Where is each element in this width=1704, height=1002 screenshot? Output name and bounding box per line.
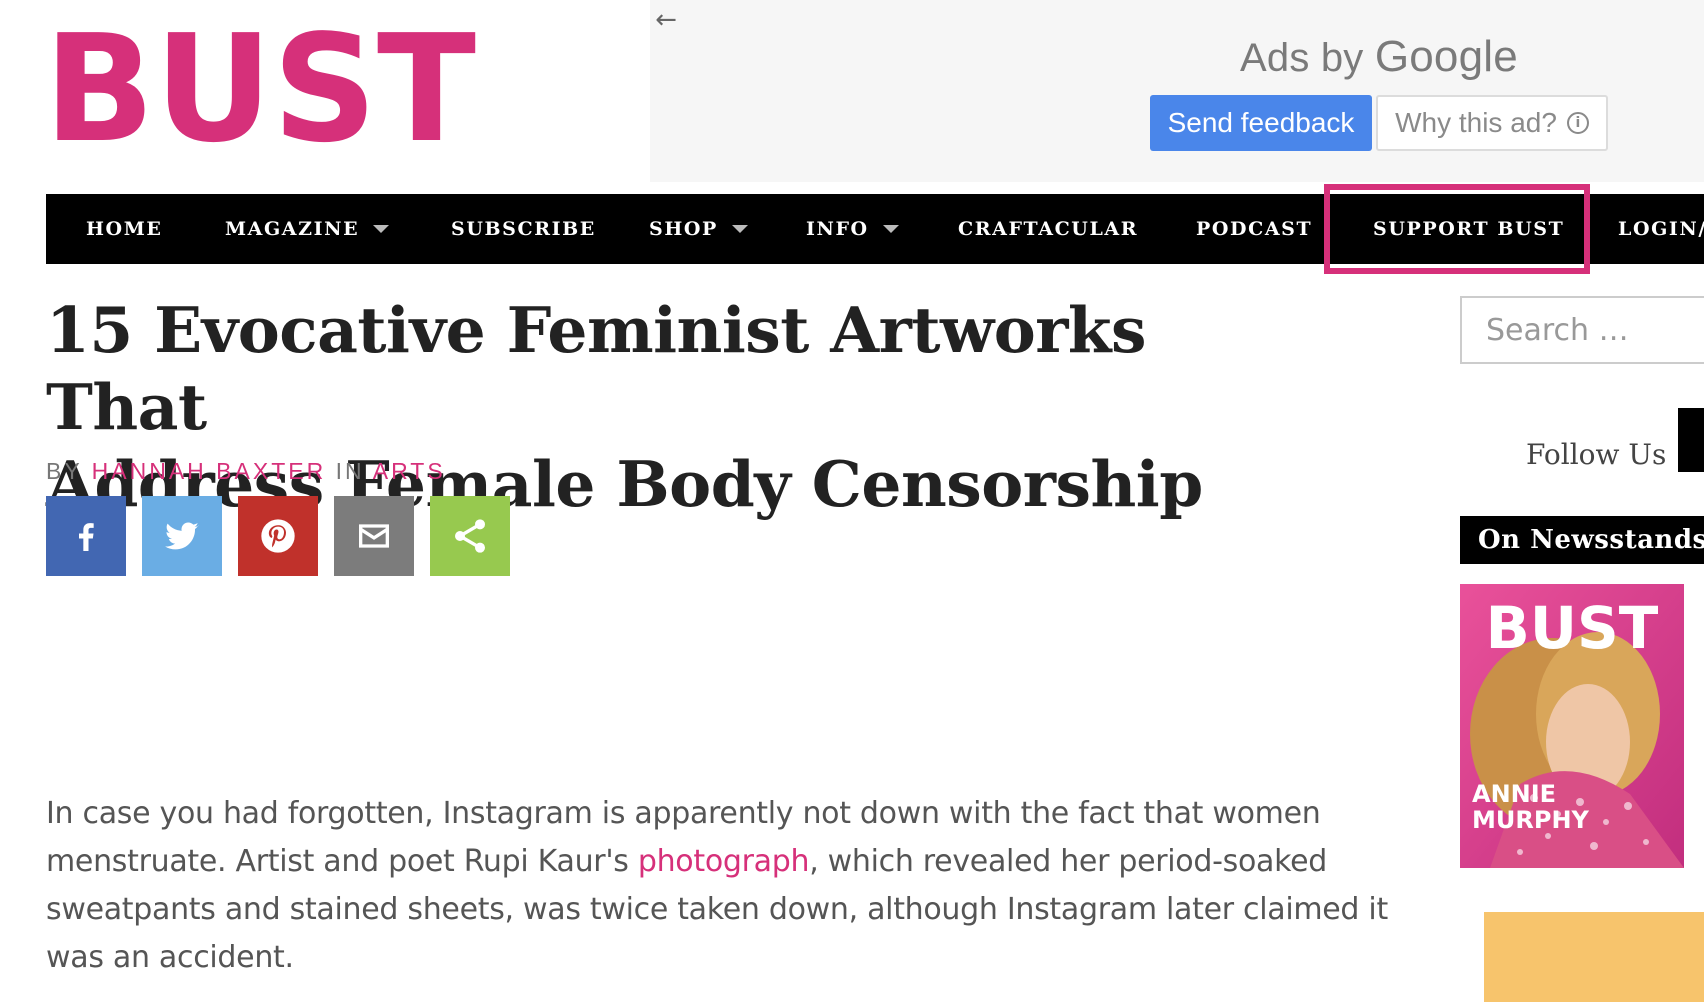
nav-label: CRAFTACULAR [958,218,1139,240]
twitter-share-button[interactable] [142,496,222,576]
title-line-1: 15 Evocative Feminist Artworks That [46,293,1147,444]
why-this-ad-button[interactable]: Why this ad? i [1376,95,1608,151]
facebook-icon [79,523,94,551]
nav-label: SHOP [649,218,718,240]
article-title: 15 Evocative Feminist Artworks That Addr… [46,292,1306,523]
caret-down-icon [373,225,390,233]
magazine-cover[interactable]: BUST ANNIE MURPHY [1460,584,1684,868]
nav-item-craftacular[interactable]: CRAFTACULAR [958,194,1138,264]
search-input[interactable] [1460,296,1704,364]
sidebar-ad[interactable] [1484,912,1704,1002]
email-share-button[interactable] [334,496,414,576]
caret-down-icon [882,225,899,233]
ads-by-google: Ads by Google [1240,32,1518,82]
why-this-ad-label: Why this ad? [1395,107,1557,138]
nav-item-login[interactable]: LOGIN/I [1618,194,1704,264]
nav-item-shop[interactable]: SHOP [649,194,748,264]
send-feedback-button[interactable]: Send feedback [1150,95,1372,151]
nav-item-podcast[interactable]: PODCAST [1196,194,1312,264]
category-link[interactable]: ARTS [373,458,446,484]
facebook-share-button[interactable] [46,496,126,576]
author-link[interactable]: HANNAH BAXTER [92,458,327,484]
in-label: IN [335,458,365,484]
nav-label: SUBSCRIBE [451,218,596,240]
nav-item-info[interactable]: INFO [806,194,899,264]
info-icon: i [1566,112,1589,134]
twitter-icon [165,522,199,550]
nav-item-home[interactable]: HOME [86,194,162,264]
ads-by-brand: Google [1374,32,1518,81]
article-body: In case you had forgotten, Instagram is … [46,790,1406,982]
follow-us-label: Follow Us [1526,438,1667,471]
ads-by-prefix: Ads by [1240,36,1364,80]
byline: BY HANNAH BAXTER IN ARTS [46,458,446,485]
email-icon [359,524,389,548]
logo-text: BUST [46,22,476,148]
cover-logo: BUST [1486,594,1659,662]
nav-label: PODCAST [1196,218,1313,240]
bust-logo[interactable]: BUST [46,22,476,148]
nav-label: MAGAZINE [225,218,360,240]
pinterest-icon [261,519,295,553]
nav-item-subscribe[interactable]: SUBSCRIBE [451,194,596,264]
by-label: BY [46,458,83,484]
share-icon [455,519,485,553]
photograph-link[interactable]: photograph [638,844,810,879]
social-follow-button[interactable] [1678,408,1704,472]
pinterest-share-button[interactable] [238,496,318,576]
nav-label: HOME [86,218,163,240]
on-newsstands-heading: On Newsstands [1460,516,1704,564]
nav-label: LOGIN/I [1618,218,1704,240]
cover-name-line-1: ANNIE [1472,780,1556,808]
more-share-button[interactable] [430,496,510,576]
nav-item-magazine[interactable]: MAGAZINE [225,194,390,264]
cover-name-line-2: MURPHY [1472,806,1590,834]
support-bust-highlight [1324,184,1590,274]
arrow-left-icon[interactable]: ← [652,6,680,34]
nav-label: INFO [806,218,869,240]
ad-banner [650,0,1704,182]
caret-down-icon [731,225,748,233]
